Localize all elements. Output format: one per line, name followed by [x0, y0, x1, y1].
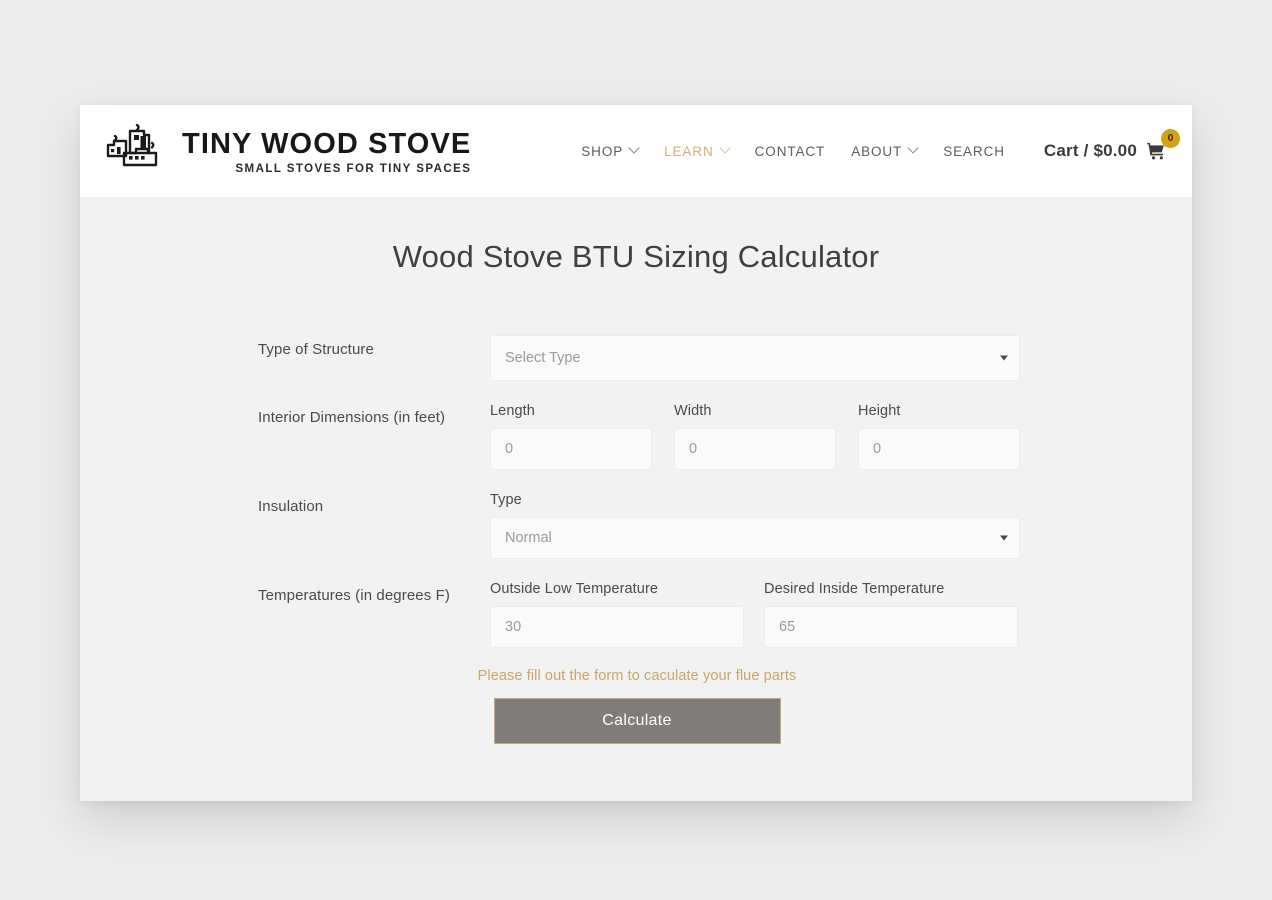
nav-item-contact[interactable]: CONTACT — [742, 138, 839, 165]
desired-inside-temperature-field: Desired Inside Temperature 65 — [764, 581, 1018, 648]
outside-low-temperature-input[interactable]: 30 — [490, 606, 744, 648]
calculate-button-wrap: Calculate — [258, 698, 1016, 744]
structure-fields: Select Type — [490, 335, 1020, 381]
form-row-dimensions: Interior Dimensions (in feet) Length 0 W… — [258, 403, 1020, 470]
main-content: Wood Stove BTU Sizing Calculator Type of… — [80, 197, 1192, 744]
insulation-fields: Type Normal — [490, 492, 1020, 559]
nav-item-about[interactable]: ABOUT — [838, 138, 930, 165]
main-navigation: SHOP LEARN CONTACT ABOUT SEARCH Cart / $… — [568, 129, 1180, 167]
chevron-down-icon — [907, 142, 919, 154]
height-label: Height — [858, 403, 901, 419]
cart-count-badge: 0 — [1161, 129, 1180, 148]
insulation-type-field: Type Normal — [490, 492, 1020, 559]
brand-title: TINY WOOD STOVE — [182, 128, 472, 161]
structure-type-value: Select Type — [505, 350, 581, 366]
form-validation-note: Please fill out the form to caculate you… — [477, 668, 797, 684]
width-field: Width 0 — [674, 403, 836, 470]
form-row-structure: Type of Structure Select Type — [258, 335, 1020, 381]
outside-low-temperature-field: Outside Low Temperature 30 — [490, 581, 744, 648]
temperatures-fields: Outside Low Temperature 30 Desired Insid… — [490, 581, 1018, 648]
width-input[interactable]: 0 — [674, 428, 836, 470]
length-label: Length — [490, 403, 535, 419]
nav-item-label: ABOUT — [851, 143, 903, 159]
calculate-button[interactable]: Calculate — [493, 698, 781, 744]
nav-item-label: CONTACT — [754, 143, 826, 159]
length-field: Length 0 — [490, 403, 652, 470]
structure-type-select[interactable]: Select Type — [490, 335, 1020, 381]
structure-row-label: Type of Structure — [258, 341, 374, 358]
chevron-down-icon — [1000, 355, 1008, 361]
tiny-stove-houses-icon — [106, 123, 158, 167]
insulation-type-label: Type — [490, 492, 522, 508]
cart-link[interactable]: Cart / $0.00 0 — [1036, 129, 1180, 167]
width-label: Width — [674, 403, 712, 419]
nav-item-label: SEARCH — [943, 143, 1005, 159]
brand-text: TINY WOOD STOVE SMALL STOVES FOR TINY SP… — [182, 127, 472, 175]
dimensions-fields: Length 0 Width 0 Height 0 — [490, 403, 1020, 470]
outside-low-temperature-value: 30 — [505, 619, 522, 635]
cart-total-label: Cart / $0.00 — [1043, 141, 1137, 160]
insulation-row-label: Insulation — [258, 498, 324, 515]
page-title: Wood Stove BTU Sizing Calculator — [392, 239, 880, 274]
form-row-insulation: Insulation Type Normal — [258, 492, 1020, 559]
btu-calculator-form: Type of Structure Select Type Interior D… — [256, 335, 1020, 744]
height-field: Height 0 — [858, 403, 1020, 470]
site-header: TINY WOOD STOVE SMALL STOVES FOR TINY SP… — [80, 105, 1192, 197]
chevron-down-icon — [1000, 535, 1008, 541]
height-value: 0 — [873, 441, 882, 457]
length-input[interactable]: 0 — [490, 428, 652, 470]
insulation-type-value: Normal — [505, 530, 552, 546]
nav-item-label: LEARN — [664, 143, 714, 159]
chevron-down-icon — [628, 142, 640, 154]
height-input[interactable]: 0 — [858, 428, 1020, 470]
nav-item-label: SHOP — [581, 143, 624, 159]
desired-inside-temperature-value: 65 — [779, 619, 796, 635]
outside-low-temperature-label: Outside Low Temperature — [490, 581, 659, 597]
brand-tagline: SMALL STOVES FOR TINY SPACES — [235, 162, 472, 175]
nav-item-learn[interactable]: LEARN — [651, 138, 742, 165]
nav-item-shop[interactable]: SHOP — [568, 138, 651, 165]
site-logo[interactable]: TINY WOOD STOVE SMALL STOVES FOR TINY SP… — [100, 123, 471, 179]
dimensions-row-label: Interior Dimensions (in feet) — [258, 409, 446, 426]
temperatures-row-label: Temperatures (in degrees F) — [258, 587, 450, 604]
width-value: 0 — [689, 441, 698, 457]
structure-type-field: Select Type — [490, 335, 1020, 381]
desired-inside-temperature-input[interactable]: 65 — [764, 606, 1018, 648]
site-page-card: TINY WOOD STOVE SMALL STOVES FOR TINY SP… — [80, 105, 1192, 801]
length-value: 0 — [505, 441, 514, 457]
desired-inside-temperature-label: Desired Inside Temperature — [764, 581, 945, 597]
form-row-temperatures: Temperatures (in degrees F) Outside Low … — [258, 581, 1018, 648]
nav-item-search[interactable]: SEARCH — [930, 138, 1018, 165]
insulation-type-select[interactable]: Normal — [490, 517, 1020, 559]
chevron-down-icon — [718, 142, 731, 154]
